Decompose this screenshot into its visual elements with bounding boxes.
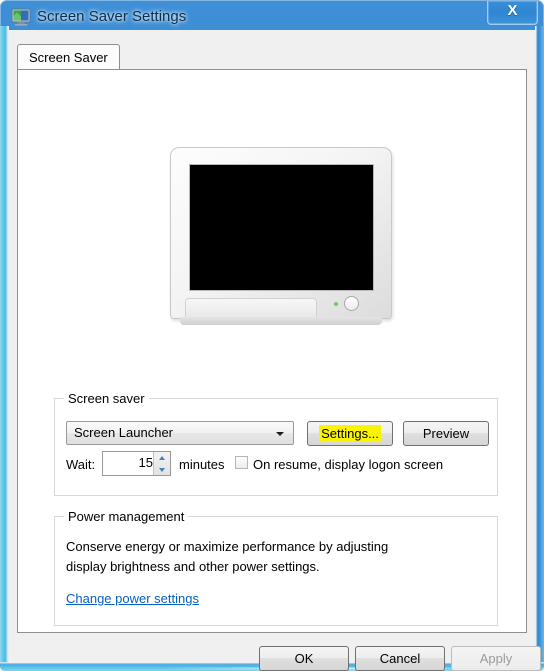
preview-button[interactable]: Preview: [403, 421, 489, 446]
screen-saver-group: Screen saver Screen Launcher Settings...…: [54, 391, 498, 496]
ok-button[interactable]: OK: [259, 646, 349, 671]
screen-saver-select-value: Screen Launcher: [74, 425, 174, 440]
stepper-buttons: [153, 452, 170, 475]
tab-strip: Screen Saver: [17, 44, 527, 70]
display-monitor-icon: [11, 8, 31, 26]
close-button[interactable]: X: [487, 1, 538, 25]
power-management-group: Power management Conserve energy or maxi…: [54, 509, 498, 626]
tab-panel-screen-saver: Screen saver Screen Launcher Settings...…: [17, 69, 527, 633]
window-edge-left: [0, 26, 9, 671]
window-edge-right: [535, 26, 544, 671]
screen-saver-group-title: Screen saver: [64, 391, 149, 406]
power-description-line-1: Conserve energy or maximize performance …: [66, 539, 389, 554]
close-icon: X: [507, 2, 518, 19]
minutes-label: minutes: [179, 457, 225, 472]
power-button-icon: [344, 296, 359, 311]
screen-saver-select[interactable]: Screen Launcher: [66, 421, 294, 445]
wait-minutes-stepper[interactable]: 15: [102, 451, 171, 476]
cancel-button[interactable]: Cancel: [355, 646, 445, 671]
preview-button-label: Preview: [422, 426, 470, 441]
power-led-icon: [334, 302, 338, 306]
screen-saver-preview-monitor: [170, 147, 392, 333]
change-power-settings-link[interactable]: Change power settings: [66, 591, 199, 606]
stepper-down-button[interactable]: [154, 464, 171, 475]
chevron-down-icon: [159, 468, 165, 472]
wait-minutes-value[interactable]: 15: [103, 455, 153, 470]
tab-screen-saver[interactable]: Screen Saver: [17, 44, 120, 70]
monitor-screen: [189, 164, 374, 291]
chevron-down-icon: [276, 432, 284, 436]
on-resume-logon-label[interactable]: On resume, display logon screen: [253, 457, 443, 472]
chevron-up-icon: [159, 456, 165, 460]
settings-button-label: Settings...: [319, 425, 381, 442]
dialog-client-area: Screen Saver Screen saver Screen Launche…: [9, 30, 541, 671]
window-title: Screen Saver Settings: [37, 8, 187, 25]
on-resume-logon-checkbox[interactable]: [235, 456, 248, 469]
wait-label: Wait:: [66, 457, 96, 472]
screen-saver-settings-window: Screen Saver Settings X Screen Saver Scr…: [0, 0, 544, 671]
power-description-line-2: display brightness and other power setti…: [66, 559, 320, 574]
stepper-up-button[interactable]: [154, 452, 171, 463]
power-management-group-title: Power management: [64, 509, 189, 524]
settings-button[interactable]: Settings...: [307, 421, 393, 446]
apply-button: Apply: [451, 646, 541, 671]
monitor-base: [180, 317, 382, 325]
monitor-body: [170, 147, 392, 320]
